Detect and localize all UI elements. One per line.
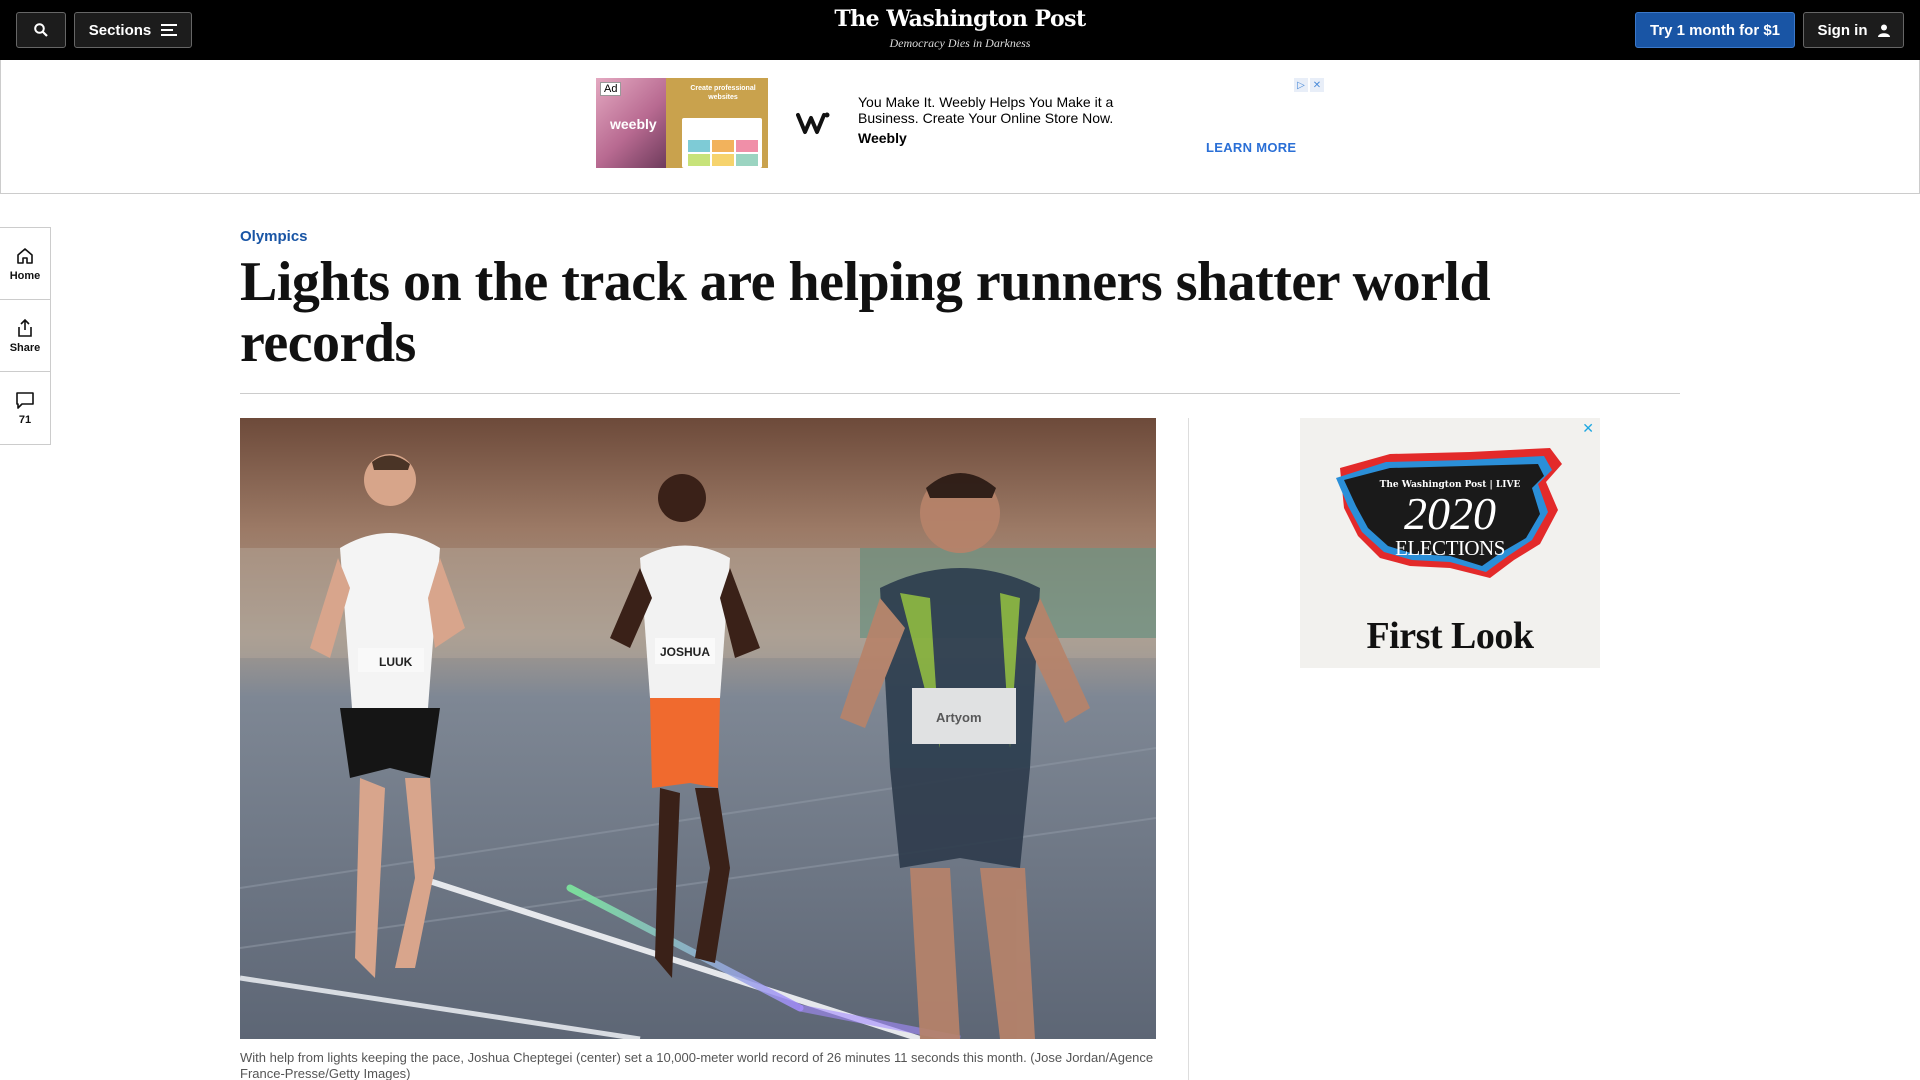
side-ad-year: 2020	[1404, 488, 1496, 539]
search-icon	[34, 23, 48, 37]
masthead-tagline: Democracy Dies in Darkness	[889, 36, 1031, 50]
column-divider	[1188, 418, 1189, 1080]
rail-share-label: Share	[9, 341, 41, 354]
top-ad[interactable]: Ad weebly Create professional websites Y…	[596, 78, 1324, 168]
sections-label: Sections	[88, 21, 152, 39]
runners-photo-illustration: LUUK JOSHUA Artyom	[240, 418, 1156, 1039]
ad-thumbnail-headline: Create professional websites	[690, 85, 756, 101]
article-headline: Lights on the track are helping runners …	[240, 251, 1491, 374]
runner-bib-right: Artyom	[936, 710, 982, 725]
headline-divider	[240, 393, 1680, 394]
side-ad-close-icon[interactable]: ✕	[1582, 420, 1594, 437]
comment-icon	[16, 392, 34, 409]
top-navigation-bar: Sections The Washington Post Democracy D…	[0, 0, 1920, 60]
menu-icon	[161, 24, 178, 36]
sections-button[interactable]: Sections	[74, 12, 192, 48]
home-icon	[17, 247, 33, 264]
left-action-rail: Home Share 71	[0, 227, 51, 445]
rail-home-button[interactable]: Home	[0, 228, 50, 300]
photo-caption: With help from lights keeping the pace, …	[240, 1050, 1154, 1080]
search-button[interactable]	[16, 12, 66, 48]
masthead-logo: The Washington Post	[834, 6, 1086, 32]
side-ad-elections-label: ELECTIONS	[1395, 536, 1505, 560]
ad-choices[interactable]: ▷ ✕	[1294, 78, 1324, 93]
side-ad-title: First Look	[1366, 615, 1534, 657]
weebly-w-icon	[796, 112, 830, 134]
ad-body-text[interactable]: You Make It. Weebly Helps You Make it a …	[858, 94, 1128, 126]
sign-in-label: Sign in	[1817, 21, 1868, 39]
weebly-logo[interactable]	[794, 108, 834, 138]
rail-comments-count: 71	[18, 414, 32, 426]
ad-choices-icon[interactable]: ▷	[1294, 78, 1308, 92]
masthead[interactable]: The Washington Post Democracy Dies in Da…	[810, 6, 1110, 51]
ad-close-icon[interactable]: ✕	[1310, 78, 1324, 92]
section-kicker-link[interactable]: Olympics	[240, 228, 308, 245]
ad-thumbnail[interactable]: Ad weebly Create professional websites	[596, 78, 768, 168]
user-icon	[1877, 24, 1890, 37]
ad-badge: Ad	[600, 82, 622, 96]
ad-thumbnail-mockup	[682, 118, 762, 168]
side-ad-2020-elections[interactable]: ✕ The Washington Post | LIVE 2020 ELECTI…	[1300, 418, 1600, 668]
rail-home-label: Home	[9, 269, 41, 282]
ad-brand-name[interactable]: Weebly	[858, 130, 907, 146]
rail-share-button[interactable]: Share	[0, 300, 50, 372]
lead-photo[interactable]: LUUK JOSHUA Artyom	[240, 418, 1156, 1039]
subscribe-button[interactable]: Try 1 month for $1	[1635, 12, 1795, 48]
share-icon	[18, 318, 32, 337]
ad-thumbnail-brand: weebly	[610, 116, 657, 132]
runner-bib-left: LUUK	[379, 655, 413, 669]
rail-comments-button[interactable]: 71	[0, 372, 50, 444]
ad-learn-more-link[interactable]: LEARN MORE	[1206, 140, 1296, 155]
sign-in-button[interactable]: Sign in	[1803, 12, 1904, 48]
runner-bib-center: JOSHUA	[660, 645, 710, 659]
